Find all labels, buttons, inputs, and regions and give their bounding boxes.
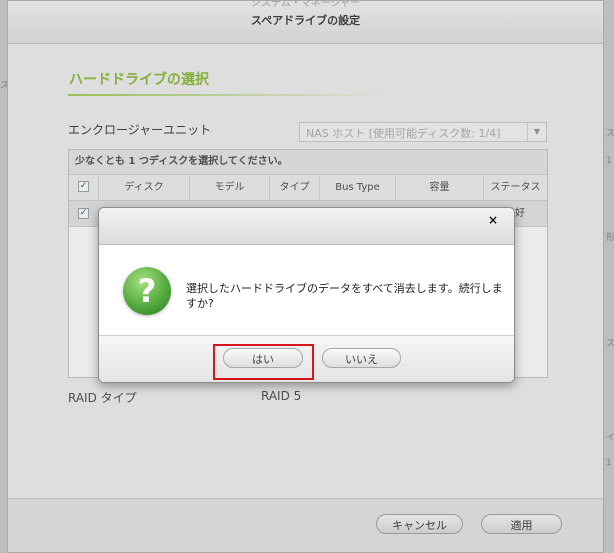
dialog-body: ? 選択したハードドライブのデータをすべて消去します。続行しますか? — [99, 245, 514, 337]
yes-button-highlight — [213, 344, 314, 380]
dialog-header: × — [99, 208, 514, 245]
no-button[interactable]: いいえ — [322, 348, 401, 368]
close-icon[interactable]: × — [488, 213, 498, 227]
question-icon: ? — [123, 267, 171, 315]
dialog-message: 選択したハードドライブのデータをすべて消去します。続行しますか? — [186, 282, 503, 310]
